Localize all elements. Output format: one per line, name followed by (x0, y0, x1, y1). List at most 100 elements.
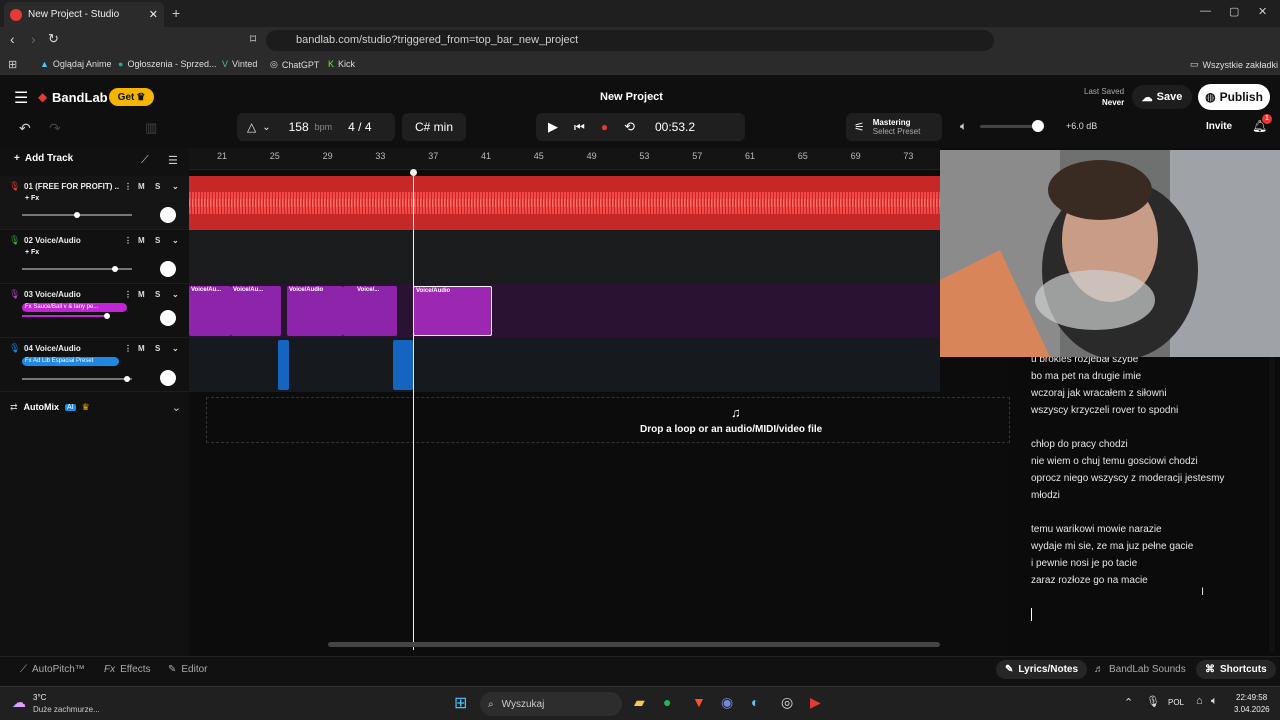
get-button[interactable]: Get ♛ (109, 88, 154, 106)
horizontal-scrollbar[interactable] (328, 642, 940, 647)
lyric-line[interactable]: nie wiem o chuj temu gosciowi chodzi (1031, 456, 1198, 467)
slider-thumb[interactable] (124, 376, 130, 382)
save-button[interactable]: ☁ Save (1132, 85, 1192, 109)
bpm-value[interactable]: 158 (289, 120, 309, 134)
lyric-line[interactable]: bo ma pet na drugie imie (1031, 371, 1141, 382)
new-tab-icon[interactable]: + (172, 5, 180, 21)
back-icon[interactable]: ‹ (10, 31, 15, 47)
discord-icon[interactable]: ◉ (721, 694, 733, 711)
audio-clip[interactable]: Voice/Au... (231, 286, 281, 336)
drop-zone[interactable] (206, 397, 1010, 443)
lyric-line[interactable]: temu warikowi mowie narazie (1031, 524, 1162, 535)
maximize-icon[interactable]: ▢ (1229, 5, 1239, 18)
lyric-line[interactable]: wydaje mi sie, ze ma juz pełne gacie (1031, 541, 1193, 552)
volume-slider[interactable] (22, 376, 132, 382)
chevron-down-icon[interactable]: ⌄ (262, 122, 270, 133)
fx-button[interactable]: + Fx (22, 248, 42, 257)
pan-knob[interactable] (160, 207, 176, 223)
more-icon[interactable]: ⋮ (124, 236, 132, 245)
forward-icon[interactable]: › (31, 31, 36, 47)
chevron-down-icon[interactable]: ⌄ (172, 401, 181, 414)
url-field[interactable]: bandlab.com/studio?triggered_from=top_ba… (266, 30, 994, 51)
tuner-icon[interactable]: ⟋ (141, 154, 149, 167)
fx-preset-badge[interactable]: Fx Sauce/Ball v & lany pe... (22, 303, 127, 312)
slider-thumb[interactable] (104, 313, 110, 319)
lyric-line[interactable]: zaraz rozłoze go na macie (1031, 575, 1148, 586)
bookmark-item[interactable]: K Kick (328, 59, 355, 69)
lyric-line[interactable]: wszyscy krzyczeli rover to spodni (1031, 405, 1178, 416)
slider-thumb[interactable] (74, 212, 80, 218)
fx-button[interactable]: + Fx (22, 194, 42, 203)
master-volume-slider[interactable] (980, 120, 1044, 132)
pan-knob[interactable] (160, 261, 176, 277)
volume-slider[interactable] (22, 266, 132, 272)
volume-tray-icon[interactable]: 🔈︎ (1211, 695, 1218, 708)
track-name[interactable]: 02 Voice/Audio (24, 236, 81, 245)
windows-start-icon[interactable]: ⊞ (454, 693, 467, 713)
track-header[interactable]: 🎙︎ 04 Voice/Audio ⋮ M S ⌄ Fx Ad Lib Espa… (0, 338, 189, 392)
lyric-line[interactable]: wczoraj jak wracałem z siłowni (1031, 388, 1167, 399)
bookmark-item[interactable]: ▲ Oglądaj Anime (40, 59, 111, 69)
editor-button[interactable]: ✎ Editor (168, 664, 208, 675)
media-player-icon[interactable]: ▶ (810, 694, 821, 711)
redo-icon[interactable]: ↷ (49, 120, 61, 137)
fx-preset-badge[interactable]: Fx Ad Lib Espacial Preset (22, 357, 119, 366)
track-name[interactable]: 01 (FREE FOR PROFIT) ... (24, 182, 119, 191)
bookmark-item[interactable]: ● Ogłoszenia - Sprzed... (118, 59, 216, 69)
app-icon[interactable]: ◎ (781, 694, 793, 711)
key-selector[interactable]: C# min (402, 113, 466, 141)
add-track-button[interactable]: + Add Track (14, 153, 73, 164)
solo-button[interactable]: S (155, 344, 160, 353)
track-lane[interactable] (189, 338, 940, 392)
apps-icon[interactable]: ⊞ (8, 58, 17, 71)
minimize-icon[interactable]: — (1200, 5, 1211, 17)
lyrics-notes-button[interactable]: ✎ Lyrics/Notes (996, 660, 1088, 679)
slider-thumb[interactable] (112, 266, 118, 272)
menu-icon[interactable]: ☰ (14, 88, 28, 108)
track-lane[interactable] (189, 176, 940, 230)
mastering-button[interactable]: ⚟ Mastering Select Preset (846, 113, 942, 141)
publish-button[interactable]: ◍ Publish (1198, 84, 1270, 110)
chevron-down-icon[interactable]: ⌄ (172, 236, 179, 245)
reload-icon[interactable]: ↻ (48, 31, 59, 47)
taskbar-search[interactable]: ⌕ Wyszukaj (480, 692, 622, 716)
audio-clip[interactable]: Voice/Audio (287, 286, 343, 336)
clock-time[interactable]: 22:49:58 (1236, 693, 1267, 702)
piano-icon[interactable]: ▥ (145, 120, 157, 136)
autopitch-button[interactable]: ⟋ AutoPitch™ (20, 664, 85, 675)
chevron-down-icon[interactable]: ⌄ (172, 182, 179, 191)
audio-clip[interactable] (278, 340, 289, 390)
audio-clip[interactable]: Voice/... (343, 286, 397, 336)
skip-back-icon[interactable]: ⏮ (574, 120, 585, 135)
lyrics-panel[interactable] (1010, 357, 1280, 657)
track-lane[interactable]: Voice/Au... Voice/Au... Voice/Audio Voic… (189, 284, 940, 338)
speaker-icon[interactable]: 🔈︎ (960, 119, 967, 134)
record-icon[interactable]: ● (601, 120, 608, 134)
undo-icon[interactable]: ↶ (19, 120, 31, 137)
close-window-icon[interactable]: ✕ (1258, 5, 1267, 18)
track-lane[interactable] (189, 230, 940, 284)
solo-button[interactable]: S (155, 290, 160, 299)
effects-button[interactable]: Fx Effects (104, 664, 151, 675)
bookmark-icon[interactable]: ⌑ (250, 32, 256, 46)
audio-clip[interactable]: Voice/Au... (189, 286, 231, 336)
arrange-icon[interactable]: ☰ (168, 154, 178, 167)
playhead[interactable] (413, 172, 414, 650)
timeline-ruler[interactable]: 21 25 29 33 37 41 45 49 53 57 61 65 69 73 (189, 148, 940, 170)
play-icon[interactable]: ▶ (548, 119, 558, 135)
tray-chevron-icon[interactable]: ⌃ (1124, 696, 1133, 709)
pan-knob[interactable] (160, 310, 176, 326)
loop-icon[interactable]: ⟲ (624, 119, 635, 135)
track-header[interactable]: 🎙︎ 01 (FREE FOR PROFIT) ... ⋮ M S ⌄ + Fx (0, 176, 189, 230)
clock-date[interactable]: 3.04.2026 (1234, 705, 1270, 714)
track-name[interactable]: 04 Voice/Audio (24, 344, 81, 353)
spotify-icon[interactable]: ● (663, 694, 671, 710)
lyric-line[interactable]: młodzi (1031, 490, 1060, 501)
audio-clip[interactable] (393, 340, 413, 390)
track-name[interactable]: 03 Voice/Audio (24, 290, 81, 299)
all-bookmarks[interactable]: ▭ Wszystkie zakładki (1190, 59, 1278, 70)
project-title[interactable]: New Project (600, 91, 663, 103)
more-icon[interactable]: ⋮ (124, 290, 132, 299)
volume-slider[interactable] (22, 212, 132, 218)
mute-button[interactable]: M (138, 290, 145, 299)
